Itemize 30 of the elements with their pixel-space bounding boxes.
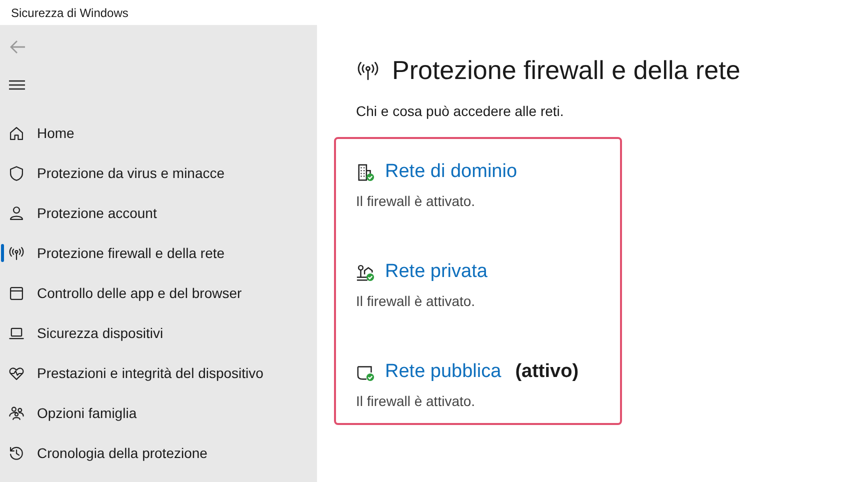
sidebar-item[interactable]: Controllo delle app e del browser — [0, 273, 317, 313]
network-link[interactable]: Rete pubblica — [385, 361, 502, 383]
network-link[interactable]: Rete di dominio — [385, 161, 518, 183]
window-title: Sicurezza di Windows — [11, 6, 128, 20]
sidebar-item[interactable]: Opzioni famiglia — [0, 393, 317, 433]
firewall-status: Il firewall è attivato. — [356, 293, 476, 309]
sidebar-item[interactable]: Protezione firewall e della rete — [0, 233, 317, 273]
firewall-status: Il firewall è attivato. — [356, 193, 476, 209]
history-icon — [8, 444, 25, 462]
family-icon — [8, 404, 25, 422]
person-icon — [8, 204, 25, 222]
active-note: (attivo) — [515, 361, 579, 383]
heart-icon — [8, 364, 25, 382]
sidebar-item[interactable]: Home — [0, 113, 317, 153]
home-icon — [8, 124, 25, 142]
page-title: Protezione firewall e della rete — [392, 55, 740, 86]
page-subtitle: Chi e cosa può accedere alle reti. — [356, 103, 565, 119]
private-network-icon — [356, 262, 375, 282]
menu-icon[interactable] — [9, 78, 25, 92]
window-icon — [8, 284, 25, 302]
shield-icon — [8, 164, 25, 182]
network-link[interactable]: Rete privata — [385, 261, 488, 283]
firewall-status: Il firewall è attivato. — [356, 393, 476, 409]
sidebar-item[interactable]: Prestazioni e integrità del dispositivo — [0, 353, 317, 393]
antenna-icon — [8, 244, 25, 262]
sidebar-item[interactable]: Sicurezza dispositivi — [0, 313, 317, 353]
sidebar-item[interactable]: Protezione account — [0, 193, 317, 233]
sidebar-item[interactable]: Protezione da virus e minacce — [0, 153, 317, 193]
domain-network-icon — [356, 162, 375, 182]
sidebar-item[interactable]: Cronologia della protezione — [0, 433, 317, 473]
